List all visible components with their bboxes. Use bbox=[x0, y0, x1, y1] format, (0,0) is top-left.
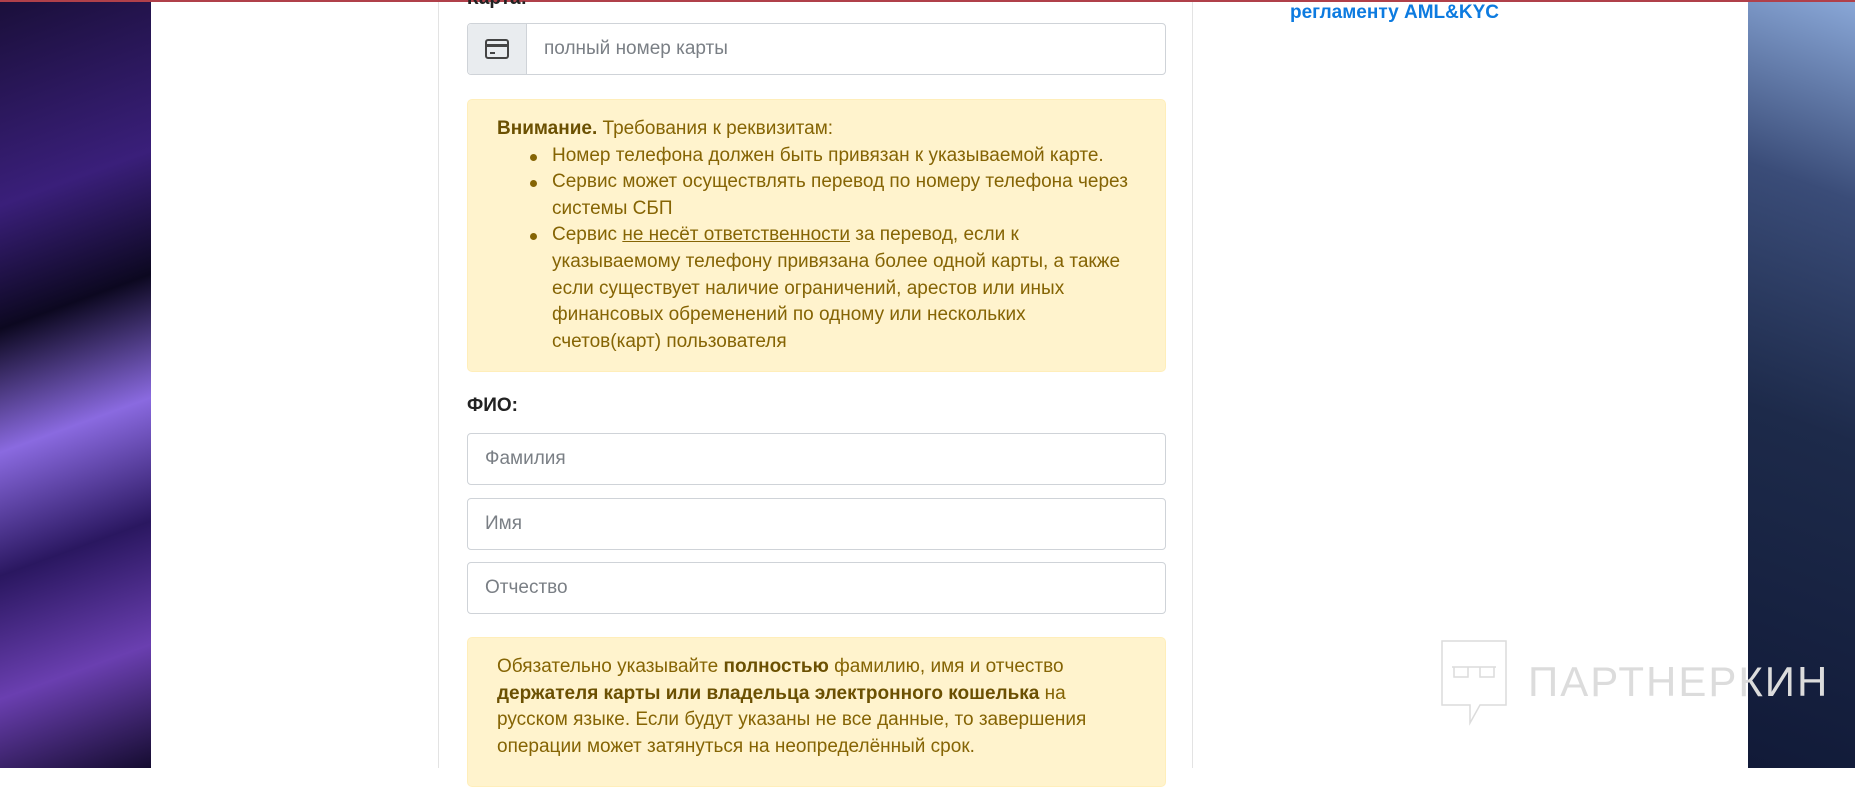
item-text: Сервис bbox=[552, 224, 623, 246]
credit-card-icon bbox=[468, 24, 527, 74]
card-number-input[interactable]: полный номер карты bbox=[467, 23, 1166, 75]
watermark-text: ПАРТНЕРКИН bbox=[1528, 658, 1830, 705]
fio-notice-alert: Обязательно указывайте полностью фамилию… bbox=[467, 637, 1166, 787]
aml-kyc-link[interactable]: регламенту AML&KYC bbox=[1290, 2, 1499, 24]
notice-text: фамилию, имя и отчество bbox=[828, 656, 1064, 677]
name-placeholder: Имя bbox=[485, 513, 523, 534]
name-input[interactable]: Имя bbox=[467, 498, 1166, 550]
requirements-alert: Внимание. Требования к реквизитам: Номер… bbox=[467, 99, 1166, 372]
list-item: Сервис может осуществлять перевод по ном… bbox=[530, 169, 1136, 222]
background-left bbox=[0, 0, 151, 768]
fio-label: ФИО: bbox=[467, 395, 518, 416]
alert-title: Внимание. bbox=[497, 118, 598, 139]
patronymic-input[interactable]: Отчество bbox=[467, 562, 1166, 614]
surname-input[interactable]: Фамилия bbox=[467, 433, 1166, 485]
card-label: Карта: bbox=[467, 0, 527, 10]
notice-bold: полностью bbox=[723, 656, 829, 677]
surname-placeholder: Фамилия bbox=[485, 448, 566, 469]
card-number-placeholder: полный номер карты bbox=[544, 38, 728, 59]
chat-logo-icon bbox=[1441, 640, 1507, 726]
top-border bbox=[0, 0, 1855, 2]
notice-text: Обязательно указывайте bbox=[497, 656, 724, 677]
list-item: Номер телефона должен быть привязан к ук… bbox=[530, 143, 1136, 170]
alert-intro: Требования к реквизитам: bbox=[597, 118, 834, 139]
patronymic-placeholder: Отчество bbox=[485, 577, 568, 598]
underlined-text: не несёт ответственности bbox=[622, 224, 850, 246]
notice-bold: держателя карты или владельца электронно… bbox=[497, 682, 1040, 704]
list-item: Сервис не несёт ответственности за перев… bbox=[530, 222, 1136, 355]
watermark: ПАРТНЕРКИН bbox=[1438, 637, 1829, 727]
requirements-list: Номер телефона должен быть привязан к ук… bbox=[530, 143, 1136, 356]
